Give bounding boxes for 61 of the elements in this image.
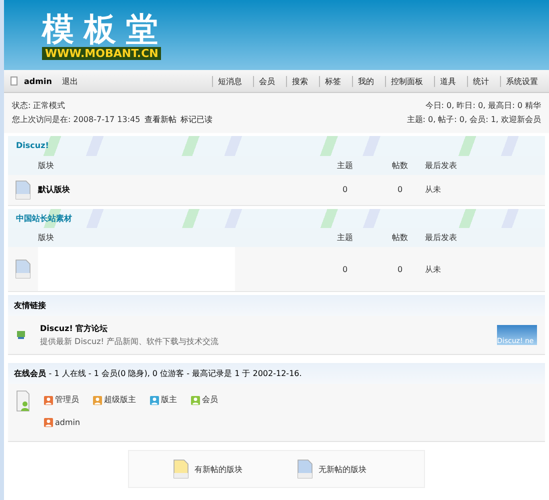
column-header: 版块 <box>38 160 54 170</box>
status-text: 状态: 正常模式 <box>12 101 66 110</box>
nav-link[interactable]: 统计 <box>467 76 494 86</box>
nav-link[interactable]: 系统设置 <box>500 76 543 86</box>
group-legend-item: 管理员 <box>44 390 79 410</box>
last-visit-text: 您上次访问是在: 2008-7-17 13:45 <box>12 115 140 124</box>
user-icon <box>10 76 18 86</box>
stats-text: 主题: 0, 帖子: 0, 会员: 1, 欢迎新会员 <box>406 115 541 124</box>
document-icon <box>15 259 31 279</box>
forum-name[interactable]: 默认版块 <box>38 174 315 204</box>
nav-link[interactable]: 控制面板 <box>385 76 428 86</box>
nav-link[interactable]: 标签 <box>319 76 346 86</box>
logo-url: WWW.MOBANT.CN <box>42 46 162 60</box>
column-header: 最后发表 <box>425 233 457 242</box>
column-header: 最后发表 <box>425 160 457 170</box>
document-icon <box>15 180 31 200</box>
link-icon <box>16 330 26 340</box>
person-icon <box>44 396 53 404</box>
person-icon <box>44 418 53 427</box>
table-cell: 从未 <box>425 184 441 195</box>
logo-title: 模板堂 <box>42 10 169 46</box>
column-header: 帖数 <box>392 160 408 170</box>
group-legend-item: 版主 <box>150 390 177 410</box>
nav-link[interactable]: 我的 <box>352 76 379 86</box>
nav-link[interactable]: 搜索 <box>286 76 313 86</box>
column-header: 主题 <box>337 233 353 242</box>
online-title: 在线会员 <box>14 369 46 378</box>
legend-label: 无新帖的版块 <box>318 464 366 474</box>
legend-label: 有新帖的版块 <box>194 464 242 474</box>
group-legend-item: 会员 <box>191 390 218 410</box>
table-cell: 0 <box>397 264 403 274</box>
blank-forum-area[interactable] <box>38 247 235 291</box>
person-icon <box>93 396 102 404</box>
status-link[interactable]: 标记已读 <box>180 115 212 124</box>
link-description: 提供最新 Discuz! 产品新闻、软件下载与技术交流 <box>40 337 219 346</box>
online-user[interactable]: admin <box>44 412 80 432</box>
stats-text: 今日: 0, 昨日: 0, 最高日: 0 精华 <box>425 101 541 110</box>
column-header: 主题 <box>337 160 353 170</box>
table-cell: 0 <box>342 185 348 194</box>
person-icon <box>150 396 159 404</box>
column-header: 版块 <box>38 233 54 242</box>
nav-link[interactable]: 道具 <box>434 76 461 86</box>
username-link[interactable]: admin <box>24 76 52 86</box>
status-link[interactable]: 查看新帖 <box>144 115 176 124</box>
link-title[interactable]: Discuz! 官方论坛 <box>40 324 108 333</box>
table-cell: 0 <box>342 264 348 274</box>
category-title[interactable]: 中国站长站素材 <box>16 212 72 224</box>
category-title[interactable]: Discuz! <box>16 141 49 150</box>
nav-link[interactable]: 短消息 <box>212 76 247 86</box>
logout-link[interactable]: 退出 <box>62 76 78 86</box>
column-header: 帖数 <box>392 233 408 242</box>
section-header: 友情链接 <box>8 295 545 316</box>
document-icon <box>296 459 312 479</box>
members-icon <box>16 390 30 412</box>
table-cell: 从未 <box>425 264 441 274</box>
online-summary: - 1 人在线 - 1 会员(0 隐身), 0 位游客 - 最高记录是 1 于 2002-12-16. <box>48 369 302 378</box>
table-cell: 0 <box>397 185 403 194</box>
nav-link[interactable]: 会员 <box>253 76 280 86</box>
person-icon <box>191 396 200 404</box>
document-icon <box>172 459 188 479</box>
group-legend-item: 超级版主 <box>93 390 136 410</box>
